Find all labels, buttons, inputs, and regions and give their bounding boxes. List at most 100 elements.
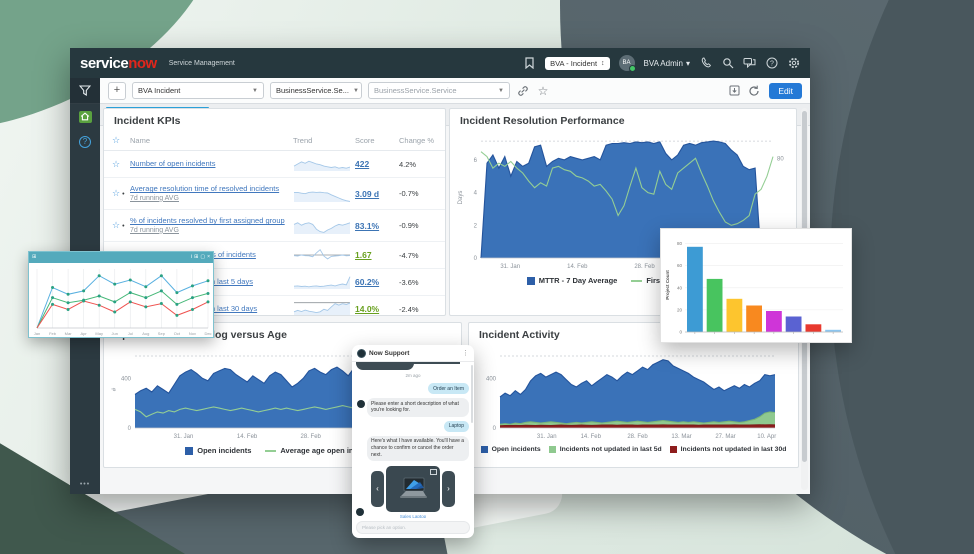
chevron-down-icon: ▼ — [353, 88, 359, 94]
svg-text:400: 400 — [486, 376, 497, 382]
favorite-star-icon[interactable]: ☆ — [112, 159, 120, 169]
bot-message-row: Here's what I have available. You'll hav… — [357, 436, 469, 461]
favorite-star-icon[interactable]: ☆ — [112, 220, 120, 230]
breakdown-select[interactable]: BusinessService.Se...▼ — [270, 82, 362, 99]
star-icon[interactable]: ☆ — [536, 84, 550, 98]
user-message: Laptop — [444, 421, 469, 432]
dashboard-select[interactable]: BVA Incident▼ — [132, 82, 264, 99]
filter-funnel-icon[interactable] — [70, 78, 100, 104]
svg-text:6: 6 — [474, 158, 478, 164]
svg-text:4: 4 — [474, 191, 478, 197]
svg-text:Jul: Jul — [128, 331, 133, 336]
kpi-score-link[interactable]: 3.09 d — [355, 189, 399, 199]
svg-text:80: 80 — [677, 241, 683, 246]
avatar[interactable]: BA — [619, 55, 635, 71]
sidebar-item-help[interactable]: ? — [70, 129, 100, 154]
svg-text:14. Feb: 14. Feb — [581, 434, 602, 440]
project-count-bar-chart: 020406080Project Count — [663, 233, 847, 340]
svg-text:0: 0 — [679, 330, 682, 335]
help-icon[interactable]: ? — [765, 57, 778, 70]
kpi-sparkline — [293, 301, 351, 316]
svg-text:Oct: Oct — [174, 331, 181, 336]
kpi-name-link[interactable]: Average resolution time of resolved inci… — [130, 184, 293, 203]
svg-text:27. Mar: 27. Mar — [715, 434, 735, 440]
svg-text:14. Feb: 14. Feb — [567, 264, 588, 270]
svg-text:Jan: Jan — [34, 331, 40, 336]
search-icon[interactable] — [721, 57, 734, 70]
context-select[interactable]: BVA - Incident↕ — [545, 57, 609, 70]
phone-icon[interactable] — [699, 57, 712, 70]
question-icon: ? — [79, 136, 91, 148]
kpi-sparkline — [293, 217, 351, 235]
monthly-trend-chart: JanFebMarAprMayJunJulAugSepOctNovDec — [29, 263, 213, 337]
info-icon[interactable]: i — [191, 255, 192, 260]
user-menu[interactable]: BVA Admin▾ — [644, 59, 690, 68]
carousel-caption-link[interactable]: Sales Laptop — [357, 514, 469, 518]
carousel-next-button[interactable]: › — [442, 471, 455, 507]
edit-button[interactable]: Edit — [769, 83, 802, 99]
svg-text:Jun: Jun — [112, 331, 118, 336]
grid-icon: ⊞ — [32, 255, 36, 260]
kpi-sublabel[interactable]: 7d running AVG — [130, 226, 289, 235]
product-carousel: ‹ › — [357, 466, 469, 512]
svg-text:80: 80 — [777, 156, 784, 162]
bot-avatar — [356, 508, 364, 516]
kpi-score-link[interactable]: 83.1% — [355, 221, 399, 231]
svg-text:28. Feb: 28. Feb — [634, 264, 655, 270]
export-icon[interactable] — [727, 84, 741, 98]
favorite-star-icon[interactable]: ☆ — [112, 188, 120, 198]
legend-item: Open incidents — [185, 446, 251, 455]
sidebar-item-home[interactable] — [70, 104, 100, 129]
kpi-change: 4.2% — [399, 160, 435, 169]
kpi-sparkline — [293, 274, 351, 290]
kpi-score-link[interactable]: 422 — [355, 159, 399, 169]
gear-icon[interactable] — [787, 57, 800, 70]
legend-item: Open incidents — [481, 446, 541, 453]
kpi-change: -3.6% — [399, 278, 435, 287]
bot-message-row: Please enter a short description of what… — [357, 398, 469, 417]
svg-text:60: 60 — [677, 263, 683, 268]
chat-title: Now Support — [369, 350, 409, 357]
svg-text:0: 0 — [474, 256, 478, 262]
link-icon[interactable] — [516, 84, 530, 98]
carousel-prev-button[interactable]: ‹ — [371, 471, 384, 507]
svg-text:20: 20 — [677, 307, 683, 312]
chat-input[interactable] — [356, 521, 470, 534]
chat-scrollbar[interactable] — [471, 365, 473, 423]
svg-text:31. Jan: 31. Jan — [174, 434, 194, 440]
svg-text:2: 2 — [474, 223, 478, 229]
breakdown-element-select[interactable]: BusinessService.Service▼ — [368, 82, 510, 99]
svg-text:Days: Days — [458, 191, 464, 205]
carousel-card-laptop[interactable] — [386, 466, 440, 512]
mini-window-titlebar[interactable]: ⊞ i ⊞ ▢ × — [29, 252, 213, 263]
kebab-menu-icon[interactable]: ⋮ — [462, 349, 469, 357]
kpi-row: ☆• % of incidents resolved by first assi… — [104, 210, 445, 242]
menu-icon[interactable]: ⊞ — [194, 255, 198, 260]
svg-text:Apr: Apr — [81, 331, 88, 336]
bookmark-icon[interactable] — [523, 57, 536, 70]
app-subtitle: Service Management — [169, 60, 235, 67]
kpi-change: -0.7% — [399, 189, 435, 198]
kpi-score-link[interactable]: 1.67 — [355, 250, 399, 260]
kpi-sublabel[interactable]: 7d running AVG — [130, 194, 289, 203]
sidebar-overflow-dots[interactable]: ••• — [80, 481, 90, 488]
kpi-name-link[interactable]: Number of open incidents — [130, 159, 293, 169]
svg-text:31. Jan: 31. Jan — [500, 264, 520, 270]
kpi-score-link[interactable]: 60.2% — [355, 277, 399, 287]
close-icon[interactable]: × — [207, 255, 210, 260]
legend-item: MTTR - 7 Day Average — [527, 276, 618, 285]
chat-icon[interactable] — [743, 57, 756, 70]
expand-icon[interactable] — [430, 469, 437, 475]
refresh-icon[interactable] — [747, 84, 761, 98]
kpi-name-link[interactable]: % of incidents resolved by first assigne… — [130, 216, 293, 235]
bot-message: Here's what I have available. You'll hav… — [367, 436, 469, 461]
svg-text:Project Count: Project Count — [665, 270, 670, 300]
kpi-change: -4.7% — [399, 251, 435, 260]
svg-text:Sep: Sep — [158, 331, 166, 336]
add-button[interactable]: + — [108, 82, 126, 100]
svg-text:31. Jan: 31. Jan — [537, 434, 557, 440]
kpi-change: -2.4% — [399, 305, 435, 314]
kpi-score-link[interactable]: 14.0% — [355, 304, 399, 314]
desktop-background: servicenow Service Management BVA - Inci… — [0, 0, 974, 554]
maximize-icon[interactable]: ▢ — [200, 255, 205, 260]
